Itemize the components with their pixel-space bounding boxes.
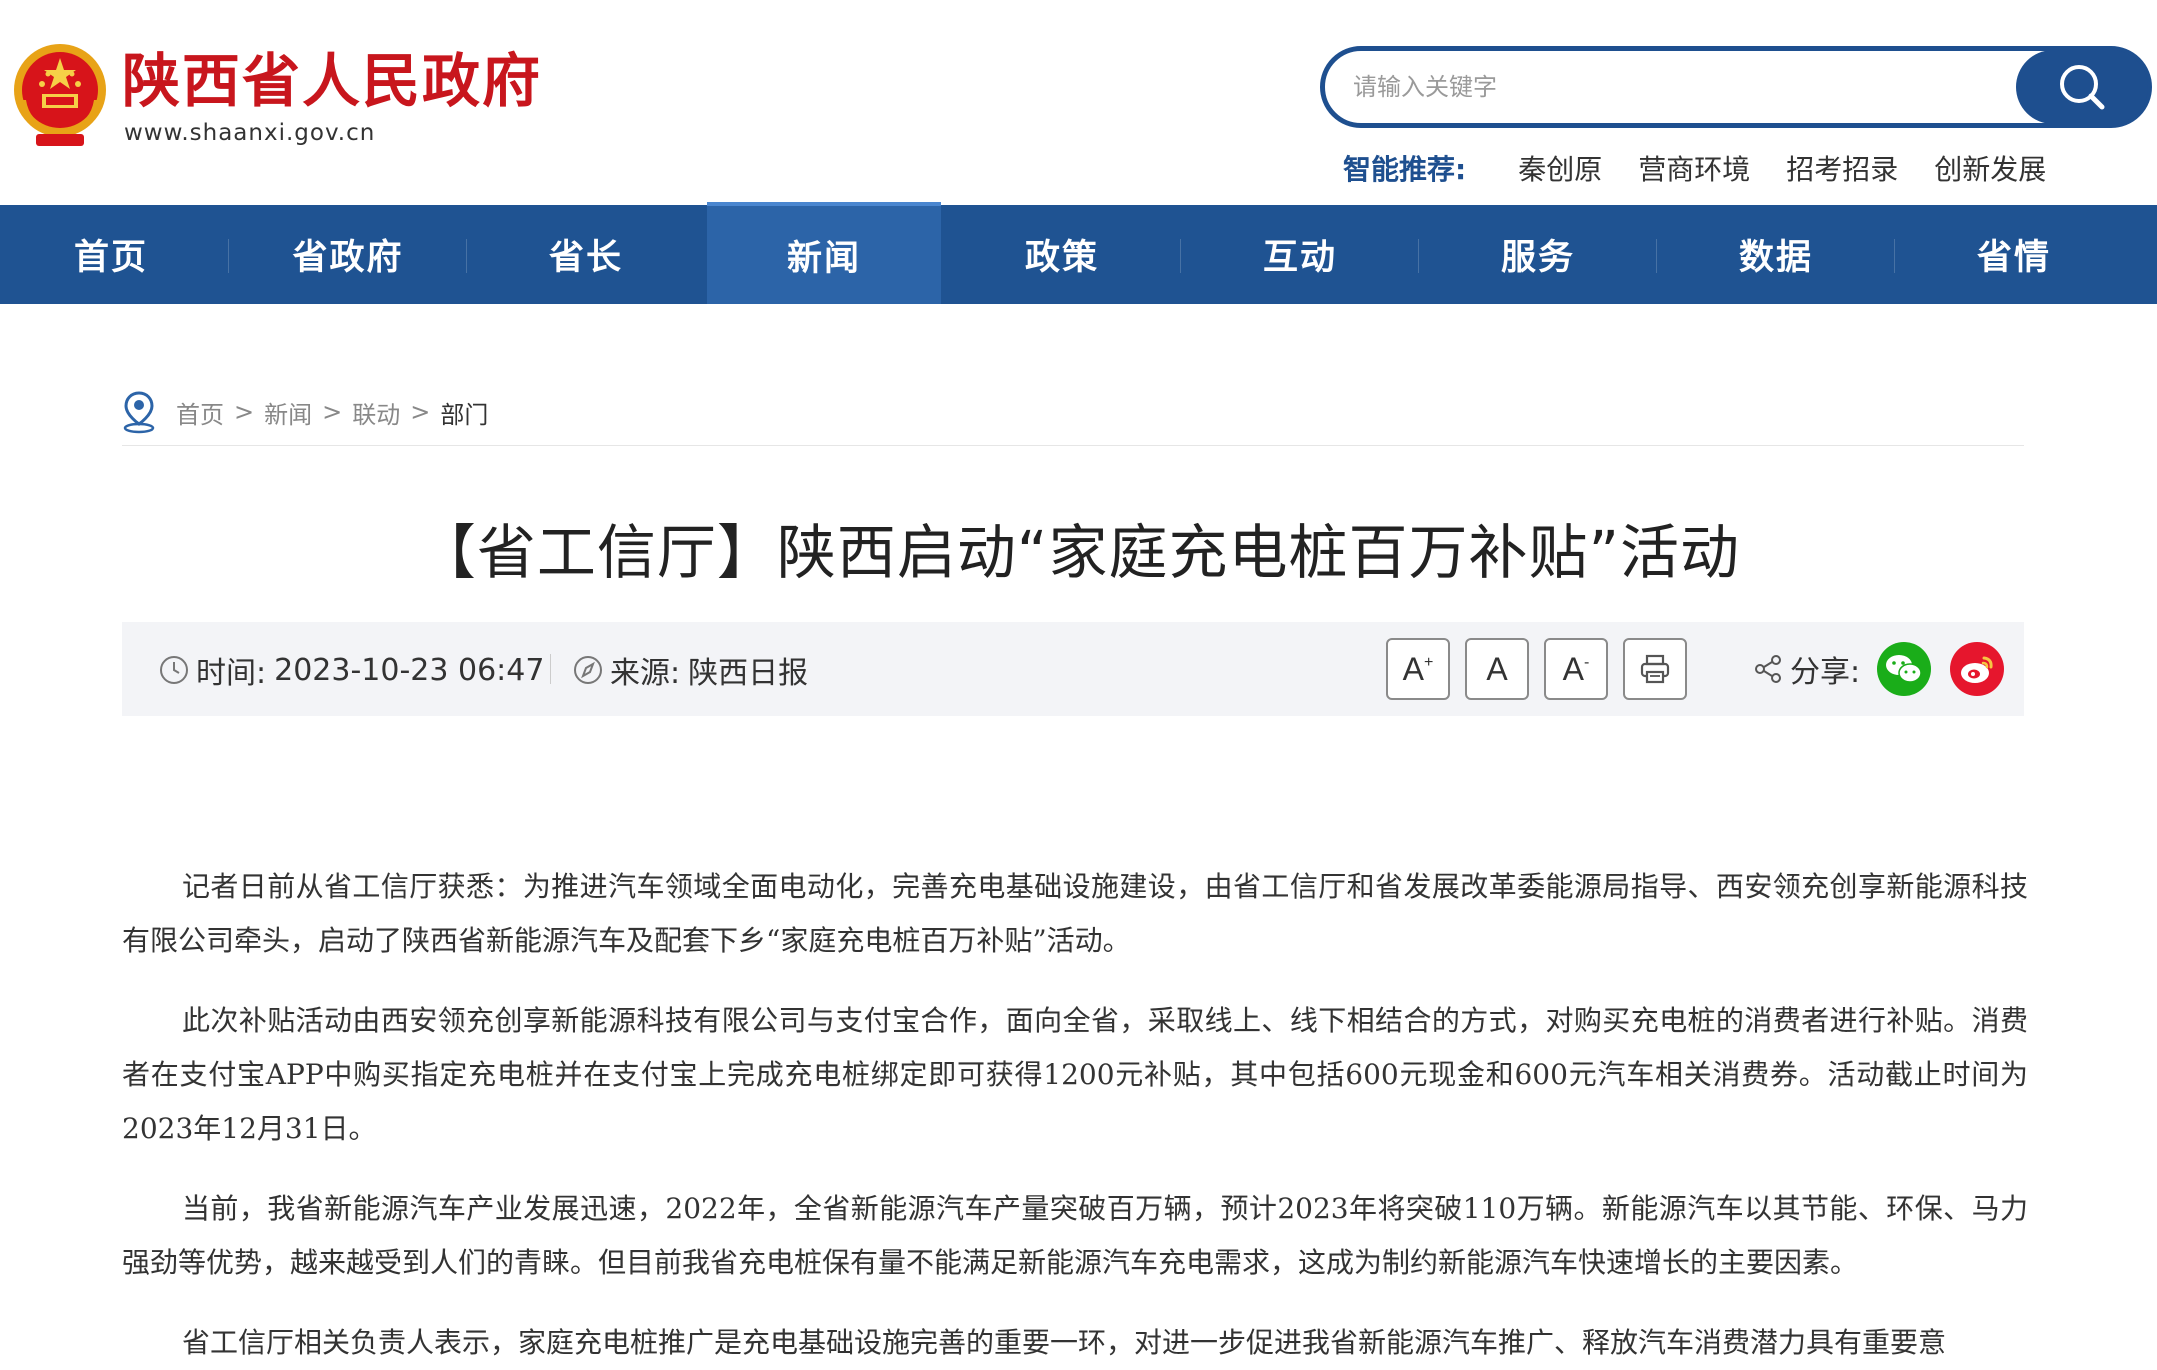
search-button[interactable]	[2016, 50, 2148, 124]
share-section: 分享:	[1752, 644, 1860, 694]
national-emblem-icon[interactable]	[8, 40, 112, 150]
breadcrumb-item-home[interactable]: 首页	[176, 395, 224, 430]
breadcrumb-item-linkage[interactable]: 联动	[352, 395, 400, 430]
font-normal-button[interactable]: A	[1465, 638, 1529, 700]
search-input[interactable]	[1353, 65, 1993, 109]
breadcrumb-item-news[interactable]: 新闻	[264, 395, 312, 430]
wechat-icon	[1886, 655, 1922, 683]
nav-item-home[interactable]: 首页	[0, 205, 222, 304]
nav-separator	[1656, 239, 1657, 273]
article-info-bar: 时间: 2023-10-23 06:47 来源: 陕西日报 A + A A- 分…	[122, 622, 2024, 716]
printer-icon	[1640, 654, 1670, 684]
smart-recommend: 智能推荐: 秦创原 营商环境 招考招录 创新发展	[1343, 148, 2082, 188]
share-label: 分享:	[1790, 655, 1861, 690]
weibo-icon	[1961, 656, 1993, 683]
main-nav: 首页 省政府 省长 新闻 政策 互动 服务 数据 省情	[0, 202, 2157, 304]
site-header: 陕西省人民政府 www.shaanxi.gov.cn 智能推荐: 秦创原 营商环…	[0, 0, 2157, 205]
recommend-item-qinchuangyuan[interactable]: 秦创原	[1518, 148, 1602, 188]
nav-separator	[466, 239, 467, 273]
article-paragraph: 省工信厅相关负责人表示，家庭充电桩推广是充电基础设施完善的重要一环，对进一步促进…	[182, 1326, 1947, 1359]
location-pin-icon	[123, 391, 155, 434]
recommend-item-business-environment[interactable]: 营商环境	[1638, 148, 1750, 188]
search-box	[1320, 46, 2152, 128]
nav-item-provincial-government[interactable]: 省政府	[230, 205, 466, 304]
breadcrumb-item-department[interactable]: 部门	[440, 395, 488, 430]
nav-item-news[interactable]: 新闻	[707, 202, 941, 304]
nav-separator	[228, 239, 229, 273]
breadcrumb-divider	[122, 445, 2024, 446]
nav-item-interaction[interactable]: 互动	[1182, 205, 1418, 304]
article-body: 记者日前从省工信厅获悉：为推进汽车领域全面电动化，完善充电基础设施建设，由省工信…	[122, 860, 2028, 1370]
breadcrumb: 首页 > 新闻 > 联动 > 部门	[122, 388, 488, 436]
article-paragraph: 此次补贴活动由西安领充创享新能源科技有限公司与支付宝合作，面向全省，采取线上、线…	[122, 1004, 2028, 1145]
breadcrumb-separator: >	[410, 398, 431, 426]
nav-separator	[1180, 239, 1181, 273]
site-url: www.shaanxi.gov.cn	[124, 120, 376, 146]
nav-item-governor[interactable]: 省长	[468, 205, 704, 304]
share-wechat-button[interactable]	[1877, 642, 1931, 696]
compass-icon	[574, 656, 602, 684]
nav-item-service[interactable]: 服务	[1420, 205, 1656, 304]
share-weibo-button[interactable]	[1950, 642, 2004, 696]
article-paragraph: 当前，我省新能源汽车产业发展迅速，2022年，全省新能源汽车产量突破百万辆，预计…	[122, 1192, 2028, 1279]
font-larger-button[interactable]: A +	[1386, 638, 1450, 700]
nav-separator	[1894, 239, 1895, 273]
recommend-item-innovation[interactable]: 创新发展	[1934, 148, 2046, 188]
font-smaller-button[interactable]: A-	[1544, 638, 1608, 700]
publish-time: 时间: 2023-10-23 06:47	[158, 650, 545, 691]
font-smaller-sup: -	[1584, 654, 1590, 671]
nav-item-data[interactable]: 数据	[1658, 205, 1894, 304]
site-title[interactable]: 陕西省人民政府	[122, 52, 542, 110]
article-title: 【省工信厅】陕西启动“家庭充电桩百万补贴”活动	[416, 518, 1741, 587]
article-paragraph: 记者日前从省工信厅获悉：为推进汽车领域全面电动化，完善充电基础设施建设，由省工信…	[122, 870, 2028, 957]
search-icon	[2060, 65, 2105, 110]
recommend-label: 智能推荐:	[1343, 153, 1467, 186]
nav-item-province-info[interactable]: 省情	[1896, 205, 2132, 304]
publish-time-value: 2023-10-23 06:47	[274, 652, 545, 688]
article-source: 来源: 陕西日报	[572, 650, 809, 691]
share-icon	[1755, 655, 1781, 683]
font-smaller-label: A	[1562, 650, 1584, 687]
font-larger-sup: +	[1424, 654, 1434, 671]
recommend-item-recruitment[interactable]: 招考招录	[1786, 148, 1898, 188]
font-larger-label: A	[1402, 650, 1424, 687]
publish-time-label: 时间:	[196, 656, 267, 691]
nav-item-policy[interactable]: 政策	[944, 205, 1180, 304]
print-button[interactable]	[1623, 638, 1687, 700]
font-normal-label: A	[1486, 650, 1508, 687]
source-value: 陕西日报	[688, 656, 809, 691]
breadcrumb-separator: >	[234, 398, 255, 426]
info-separator	[550, 654, 551, 684]
clock-icon	[160, 656, 188, 684]
source-label: 来源:	[610, 656, 681, 691]
nav-separator	[1418, 239, 1419, 273]
breadcrumb-separator: >	[322, 398, 343, 426]
